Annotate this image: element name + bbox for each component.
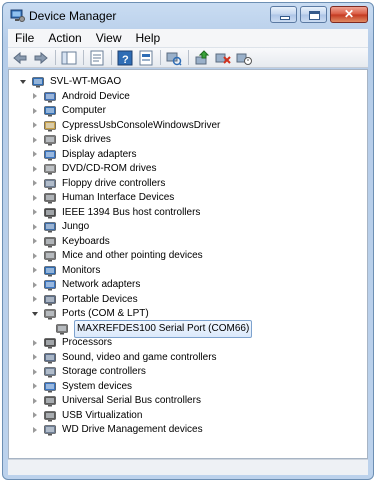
serial-port-icon: [55, 322, 69, 336]
disable-device-icon[interactable]: [236, 50, 252, 66]
expand-arrow-icon[interactable]: [31, 281, 40, 290]
svg-text:?: ?: [122, 54, 129, 66]
properties-icon[interactable]: [89, 50, 105, 66]
wd-drive-icon: [43, 423, 57, 437]
expanded-arrow-icon[interactable]: [19, 78, 28, 87]
expand-arrow-icon[interactable]: [31, 179, 40, 188]
monitor-icon: [43, 264, 57, 278]
network-adapter-icon: [43, 278, 57, 292]
device-manager-app-icon: [10, 9, 25, 23]
expand-arrow-icon[interactable]: [31, 353, 40, 362]
mouse-icon: [43, 249, 57, 263]
minimize-button[interactable]: [270, 6, 297, 23]
minimize-icon: [280, 16, 290, 20]
toolbar: ?: [8, 48, 368, 68]
uninstall-icon[interactable]: [215, 50, 231, 66]
details-icon[interactable]: [138, 50, 154, 66]
toolbar-separator: [188, 50, 189, 65]
back-icon[interactable]: [12, 50, 28, 66]
usb-virtualization-icon: [43, 409, 57, 423]
disk-drive-icon: [43, 133, 57, 147]
driver-icon: [43, 119, 57, 133]
expand-arrow-icon[interactable]: [31, 397, 40, 406]
toolbar-separator: [160, 50, 161, 65]
computer-icon: [43, 104, 57, 118]
hid-icon: [43, 191, 57, 205]
toolbar-separator: [111, 50, 112, 65]
maximize-button[interactable]: [300, 6, 327, 23]
menu-action[interactable]: Action: [41, 29, 88, 47]
tree-item-label: WD Drive Management devices: [62, 424, 203, 435]
title-bar[interactable]: Device Manager ✕: [3, 3, 373, 29]
maximize-icon: [309, 11, 320, 20]
expand-arrow-icon[interactable]: [31, 252, 40, 261]
expand-arrow-icon[interactable]: [31, 165, 40, 174]
portable-device-icon: [43, 293, 57, 307]
window-title: Device Manager: [29, 9, 117, 23]
jungo-icon: [43, 220, 57, 234]
forward-icon[interactable]: [33, 50, 49, 66]
device-tree-pane[interactable]: SVL-WT-MGAO Android Device Computer Cypress…: [8, 69, 368, 459]
status-bar: [8, 459, 368, 475]
dvd-drive-icon: [43, 162, 57, 176]
processor-icon: [43, 336, 57, 350]
device-manager-window: Device Manager ✕ File Action View Help ?…: [2, 2, 374, 480]
expand-arrow-icon[interactable]: [31, 208, 40, 217]
tree-item[interactable]: WD Drive Management devices: [31, 422, 203, 438]
toolbar-separator: [55, 50, 56, 65]
storage-controller-icon: [43, 365, 57, 379]
expand-arrow-icon[interactable]: [31, 295, 40, 304]
update-driver-icon[interactable]: [194, 49, 210, 66]
expand-arrow-icon[interactable]: [31, 426, 40, 435]
expand-arrow-icon[interactable]: [31, 382, 40, 391]
expand-arrow-icon[interactable]: [31, 136, 40, 145]
expand-arrow-icon[interactable]: [31, 92, 40, 101]
port-icon: [43, 307, 57, 321]
expanded-arrow-icon[interactable]: [31, 310, 40, 319]
computer-root-icon: [31, 75, 45, 89]
menu-bar: File Action View Help: [8, 29, 368, 48]
expand-arrow-icon[interactable]: [31, 121, 40, 130]
keyboard-icon: [43, 235, 57, 249]
menu-file[interactable]: File: [8, 29, 41, 47]
usb-icon: [43, 394, 57, 408]
android-device-icon: [43, 90, 57, 104]
close-button[interactable]: ✕: [330, 6, 368, 23]
display-adapter-icon: [43, 148, 57, 162]
floppy-controller-icon: [43, 177, 57, 191]
close-icon: ✕: [344, 7, 355, 21]
expand-arrow-icon[interactable]: [31, 237, 40, 246]
sound-icon: [43, 351, 57, 365]
console-tree-icon[interactable]: [61, 50, 77, 66]
expand-arrow-icon[interactable]: [31, 107, 40, 116]
ieee1394-icon: [43, 206, 57, 220]
expand-arrow-icon[interactable]: [31, 194, 40, 203]
expand-arrow-icon[interactable]: [31, 266, 40, 275]
toolbar-separator: [83, 50, 84, 65]
system-device-icon: [43, 380, 57, 394]
expand-arrow-icon[interactable]: [31, 368, 40, 377]
expand-arrow-icon[interactable]: [31, 411, 40, 420]
help-icon[interactable]: ?: [117, 50, 133, 66]
no-arrow: [43, 324, 52, 333]
expand-arrow-icon[interactable]: [31, 339, 40, 348]
menu-view[interactable]: View: [89, 29, 129, 47]
expand-arrow-icon[interactable]: [31, 223, 40, 232]
expand-arrow-icon[interactable]: [31, 150, 40, 159]
menu-help[interactable]: Help: [129, 29, 168, 47]
scan-hardware-icon[interactable]: [166, 50, 182, 66]
